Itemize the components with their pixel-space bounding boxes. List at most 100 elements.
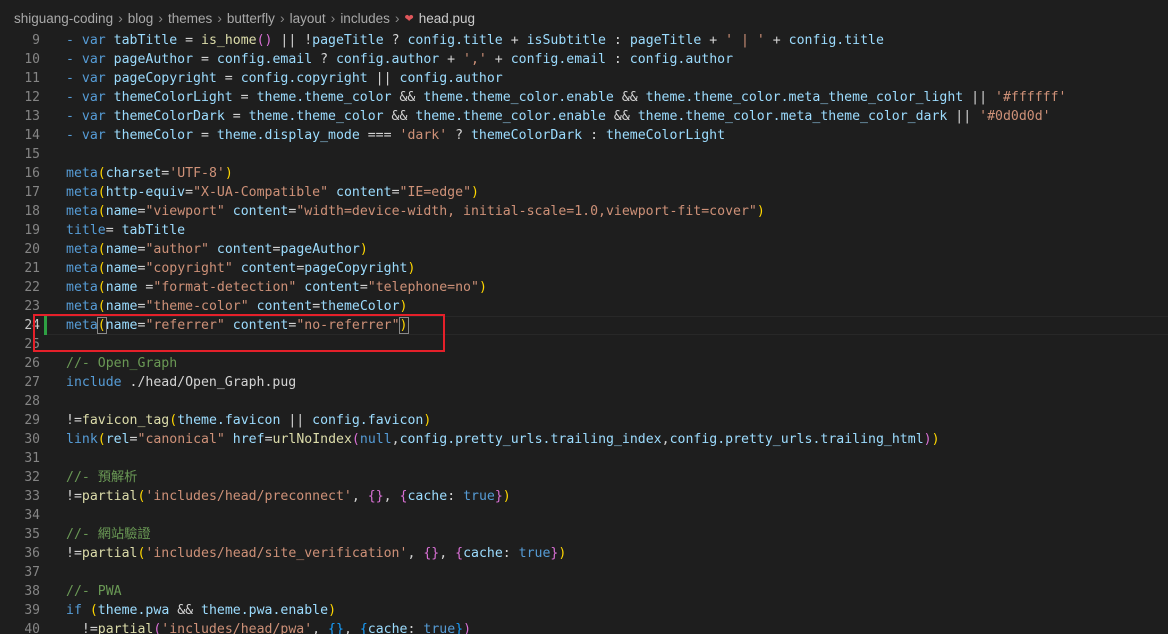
code-line[interactable]: 36 !=partial('includes/head/site_verifica…	[0, 544, 1168, 563]
code-token: '#ffffff'	[995, 90, 1067, 105]
code-token: themeColorLight	[605, 128, 726, 143]
code-line[interactable]: 38 //- PWA	[0, 582, 1168, 601]
line-number: 11	[24, 71, 40, 86]
line-number: 30	[24, 432, 40, 447]
code-token: meta	[66, 261, 98, 276]
code-line[interactable]: 29 !=favicon_tag(theme.favicon || config.…	[0, 411, 1168, 430]
code-line[interactable]: 18 meta(name="viewport" content="width=de…	[0, 202, 1168, 221]
code-token: tabTitle	[121, 223, 186, 238]
code-line[interactable]: 10 - var pageAuthor = config.email ? conf…	[0, 50, 1168, 69]
code-line[interactable]: 34	[0, 506, 1168, 525]
code-token: theme.favicon	[177, 413, 281, 428]
code-token: partial	[97, 622, 154, 634]
code-line[interactable]: 32 //- 預解析	[0, 468, 1168, 487]
chevron-right-icon: ›	[217, 10, 222, 26]
code-token: (	[97, 185, 106, 200]
code-token: themeColor	[113, 128, 194, 143]
code-token: themeColorDark	[470, 128, 583, 143]
code-token: "width=device-width, initial-scale=1.0,v…	[296, 204, 757, 219]
code-line[interactable]: 40 !=partial('includes/head/pwa', {}, {c…	[0, 620, 1168, 634]
breadcrumb-item-shiguang-coding[interactable]: shiguang-coding	[14, 11, 113, 26]
code-token: =	[224, 109, 249, 124]
line-number: 37	[24, 565, 40, 580]
code-line[interactable]: 16 meta(charset='UTF-8')	[0, 164, 1168, 183]
code-text: if (theme.pwa && theme.pwa.enable)	[66, 601, 336, 620]
red-highlight-box	[33, 314, 445, 352]
code-line[interactable]: 17 meta(http-equiv="X-UA-Compatible" cont…	[0, 183, 1168, 202]
code-token: themeColorLight	[113, 90, 233, 105]
code-token: "canonical"	[137, 432, 225, 447]
code-line[interactable]: 33 !=partial('includes/head/preconnect', …	[0, 487, 1168, 506]
line-number: 31	[24, 451, 40, 466]
code-line[interactable]: 39 if (theme.pwa && theme.pwa.enable)	[0, 601, 1168, 620]
breadcrumb-item-butterfly[interactable]: butterfly	[227, 11, 275, 26]
code-text: //- 預解析	[66, 468, 137, 487]
line-number: 33	[24, 489, 40, 504]
code-token: (	[97, 204, 106, 219]
code-token: (	[351, 432, 360, 447]
code-line[interactable]: 27 include ./head/Open_Graph.pug	[0, 373, 1168, 392]
code-token: (	[97, 242, 106, 257]
breadcrumb-item-includes[interactable]: includes	[340, 11, 390, 26]
code-token: =	[391, 185, 400, 200]
code-text: //- PWA	[66, 582, 122, 601]
code-text: link(rel="canonical" href=urlNoIndex(nul…	[66, 430, 940, 449]
code-token: "X-UA-Compatible"	[193, 185, 329, 200]
code-text: meta(name="author" content=pageAuthor)	[66, 240, 368, 259]
code-token: pageTitle	[312, 33, 384, 48]
line-number: 29	[24, 413, 40, 428]
code-line[interactable]: 37	[0, 563, 1168, 582]
code-token: :	[582, 128, 606, 143]
code-token: (	[97, 261, 106, 276]
code-line[interactable]: 20 meta(name="author" content=pageAuthor)	[0, 240, 1168, 259]
code-token: =	[137, 280, 154, 295]
code-line[interactable]: 14 - var themeColor = theme.display_mode …	[0, 126, 1168, 145]
code-token: title	[66, 223, 106, 238]
code-token: )	[423, 413, 432, 428]
code-line[interactable]: 28	[0, 392, 1168, 411]
code-token: ,	[391, 432, 400, 447]
code-line[interactable]: 22 meta(name ="format-detection" content=…	[0, 278, 1168, 297]
code-line[interactable]: 30 link(rel="canonical" href=urlNoIndex(n…	[0, 430, 1168, 449]
code-token: - var	[66, 52, 114, 67]
code-token: meta	[66, 166, 98, 181]
breadcrumb-item-themes[interactable]: themes	[168, 11, 212, 26]
code-token: )	[224, 166, 233, 181]
code-line[interactable]: 11 - var pageCopyright = config.copyright…	[0, 69, 1168, 88]
code-token: =	[232, 90, 257, 105]
code-token: cache	[463, 546, 503, 561]
breadcrumb-item-layout[interactable]: layout	[290, 11, 326, 26]
code-token: {}	[423, 546, 440, 561]
code-token: =	[185, 185, 194, 200]
code-token: =	[359, 280, 368, 295]
code-token: "IE=edge"	[399, 185, 472, 200]
code-line[interactable]: 15	[0, 145, 1168, 164]
code-token: )	[756, 204, 765, 219]
code-line[interactable]: 31	[0, 449, 1168, 468]
code-token: ','	[463, 52, 487, 67]
code-line[interactable]: 26 //- Open_Graph	[0, 354, 1168, 373]
code-text: meta(name="viewport" content="width=devi…	[66, 202, 765, 221]
breadcrumb-item-blog[interactable]: blog	[128, 11, 154, 26]
code-token: meta	[66, 204, 98, 219]
code-line[interactable]: 12 - var themeColorLight = theme.theme_co…	[0, 88, 1168, 107]
code-token: :	[605, 52, 630, 67]
code-token: config.title	[407, 33, 503, 48]
code-token: (	[97, 166, 106, 181]
code-line[interactable]: 13 - var themeColorDark = theme.theme_col…	[0, 107, 1168, 126]
code-token: name	[105, 204, 138, 219]
code-token: ,	[439, 546, 456, 561]
code-line[interactable]: 19 title= tabTitle	[0, 221, 1168, 240]
code-token: ,	[407, 546, 424, 561]
code-token: (	[97, 432, 106, 447]
chevron-right-icon: ›	[118, 10, 123, 26]
code-token: partial	[81, 489, 138, 504]
code-token: ===	[359, 128, 400, 143]
code-line[interactable]: 21 meta(name="copyright" content=pageCopy…	[0, 259, 1168, 278]
code-line[interactable]: 35 //- 網站驗證	[0, 525, 1168, 544]
breadcrumb-file[interactable]: head.pug	[419, 11, 475, 26]
code-token: +	[701, 33, 726, 48]
code-line[interactable]: 9- var tabTitle = is_home() || !pageTitl…	[0, 31, 1168, 50]
